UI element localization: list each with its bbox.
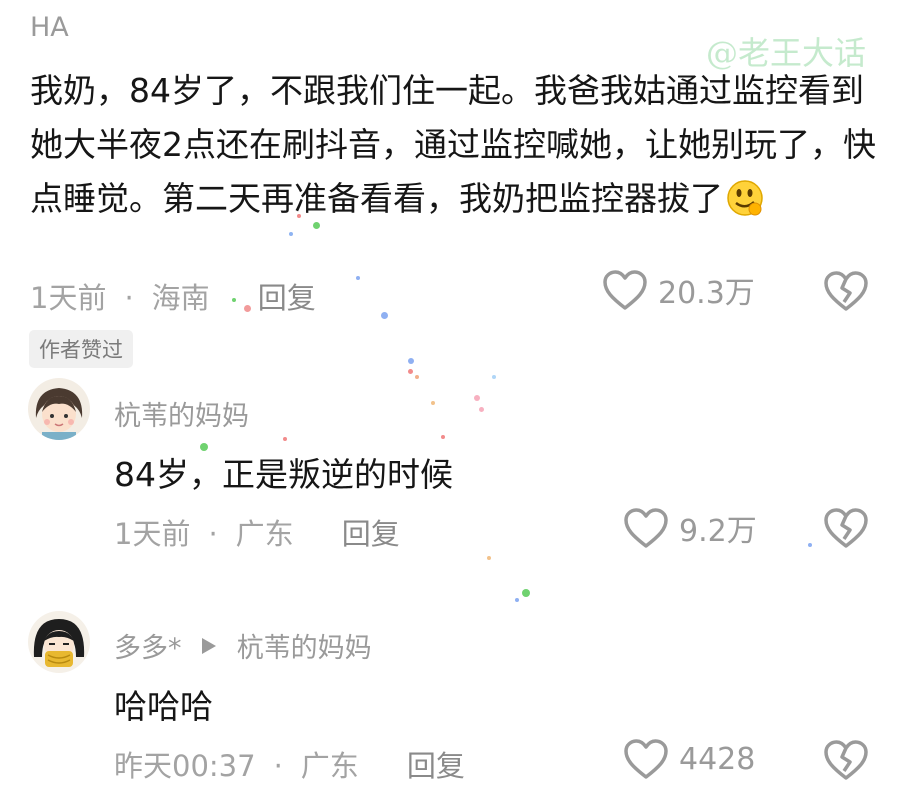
broken-heart-icon <box>824 271 868 311</box>
confetti-speck <box>441 435 445 439</box>
reply-author-line: 多多* 杭苇的妈妈 <box>114 626 372 665</box>
confetti-speck <box>808 543 812 547</box>
confetti-speck <box>474 395 480 401</box>
broken-heart-icon <box>824 508 868 548</box>
avatar[interactable] <box>28 378 90 440</box>
reply-author-name[interactable]: 多多* <box>114 633 182 664</box>
confetti-speck <box>283 437 287 441</box>
reply-reply-button[interactable]: 回复 <box>407 749 465 783</box>
reply-to-name[interactable]: 杭苇的妈妈 <box>237 633 372 664</box>
confetti-speck <box>408 369 413 374</box>
post-dislike-button[interactable] <box>823 270 869 316</box>
reply-reply-button[interactable]: 回复 <box>342 517 400 551</box>
reply-time: 1天前 <box>114 517 191 551</box>
meta-separator: · <box>208 517 218 551</box>
meta-separator: · <box>273 749 283 783</box>
reply-meta: 昨天00:37 · 广东 回复 <box>114 743 465 785</box>
post-like-button[interactable]: 20.3万 <box>602 268 755 312</box>
heart-outline-icon <box>624 508 668 548</box>
smirk-emoji-icon <box>725 178 765 218</box>
broken-heart-icon <box>824 740 868 780</box>
confetti-speck <box>244 305 251 312</box>
reply-dislike-button[interactable] <box>823 507 869 553</box>
reply-like-button[interactable]: 4428 <box>623 738 755 780</box>
confetti-speck <box>200 443 208 451</box>
post-location: 海南 <box>151 281 210 315</box>
reply-dislike-button[interactable] <box>823 739 869 785</box>
reply-like-button[interactable]: 9.2万 <box>623 506 757 550</box>
confetti-speck <box>408 358 414 364</box>
confetti-speck <box>487 556 491 560</box>
heart-outline-icon <box>624 739 668 779</box>
reply-time: 昨天00:37 <box>114 749 256 783</box>
confetti-speck <box>492 375 496 379</box>
reply-like-count: 9.2万 <box>679 514 757 549</box>
reply-text: 84岁，正是叛逆的时候 <box>114 455 453 494</box>
heart-outline-icon <box>603 270 647 310</box>
avatar[interactable] <box>28 611 90 673</box>
confetti-speck <box>232 298 236 302</box>
confetti-speck <box>289 232 293 236</box>
reply-meta: 1天前 · 广东 回复 <box>114 511 400 553</box>
confetti-speck <box>313 222 320 229</box>
reply-text: 哈哈哈 <box>114 687 213 726</box>
reply-location: 广东 <box>235 517 294 551</box>
post-author-name[interactable]: HA <box>30 12 69 43</box>
post-reply-button[interactable]: 回复 <box>258 281 316 315</box>
confetti-speck <box>297 214 301 218</box>
author-liked-badge: 作者赞过 <box>29 330 133 368</box>
post-time: 1天前 <box>30 281 107 315</box>
reply-like-count: 4428 <box>679 741 756 777</box>
post-comment-text: 我奶，84岁了，不跟我们住一起。我爸我姑通过监控看到她大半夜2点还在刷抖音，通过… <box>30 64 880 226</box>
reply-location: 广东 <box>300 749 359 783</box>
reply-author-name[interactable]: 杭苇的妈妈 <box>114 394 249 433</box>
confetti-speck <box>381 312 388 319</box>
confetti-speck <box>522 589 530 597</box>
meta-separator: · <box>124 281 134 315</box>
confetti-speck <box>356 276 360 280</box>
confetti-speck <box>431 401 435 405</box>
post-like-count: 20.3万 <box>658 276 755 311</box>
play-triangle-icon <box>200 632 218 663</box>
confetti-speck <box>515 598 519 602</box>
post-meta: 1天前 · 海南 回复 <box>30 275 316 317</box>
confetti-speck <box>415 375 419 379</box>
confetti-speck <box>479 407 484 412</box>
